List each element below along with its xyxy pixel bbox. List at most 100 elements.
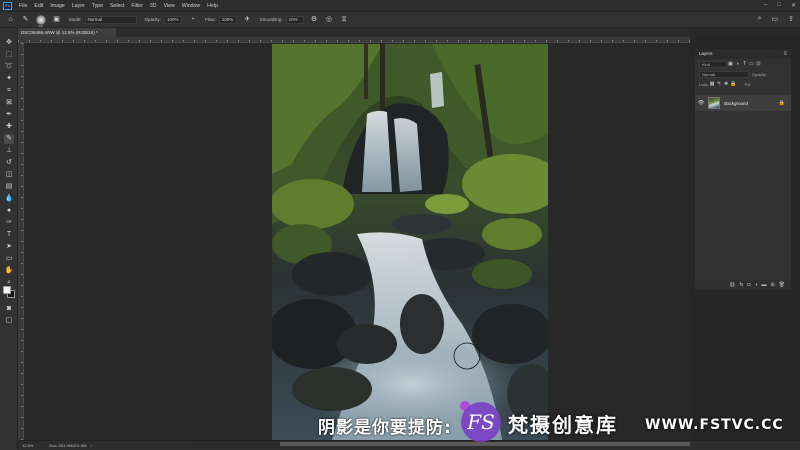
fill-label: Fill: [744, 81, 751, 87]
ruler-horizontal [18, 37, 690, 43]
layers-panel-header: Layers ≡ [695, 49, 791, 59]
layer-row[interactable]: 👁 Background 🔒 [695, 95, 791, 111]
lock-all-icon[interactable]: 🔒 [730, 81, 737, 88]
gradient-tool-icon[interactable]: ▤ [4, 182, 14, 192]
new-layer-icon[interactable]: ⊞ [770, 282, 774, 288]
watermark-logo-text: FS [466, 410, 495, 434]
marquee-tool-icon[interactable]: ⬚ [4, 50, 14, 60]
pressure-opacity-icon[interactable]: ◔ [188, 15, 197, 24]
menu-view[interactable]: View [164, 3, 175, 9]
smoothing-field[interactable]: 10% [285, 15, 304, 24]
screen-mode-icon[interactable]: ▢ [4, 316, 14, 326]
brush-preset-picker[interactable]: 700 [36, 14, 46, 28]
add-mask-icon[interactable]: ◘ [747, 282, 750, 288]
menu-window[interactable]: Window [182, 3, 200, 9]
window-controls: – □ ✕ [764, 2, 796, 9]
zoom-level[interactable]: 12.5% [22, 443, 33, 448]
airbrush-icon[interactable]: ✈ [243, 15, 252, 24]
opacity-label: Opacity: [752, 71, 767, 77]
pressure-size-icon[interactable]: ◎ [325, 15, 334, 24]
delete-layer-icon[interactable]: 🗑 [779, 282, 785, 288]
path-select-tool-icon[interactable]: ➤ [4, 242, 14, 252]
workspace-icon[interactable]: ▭ [772, 15, 779, 23]
close-icon[interactable]: ✕ [791, 2, 796, 9]
lasso-tool-icon[interactable]: ➰ [4, 62, 14, 72]
clone-stamp-tool-icon[interactable]: ⊥ [4, 146, 14, 156]
opacity-field[interactable]: 100% [164, 15, 183, 24]
filter-smart-icon[interactable]: ⊡ [755, 61, 762, 68]
lock-position-icon[interactable]: ✥ [723, 81, 730, 88]
lock-transparency-icon[interactable]: ▦ [709, 81, 716, 88]
ruler-vertical [18, 43, 24, 440]
crop-tool-icon[interactable]: ⌗ [4, 86, 14, 96]
menu-bar: Ps File Edit Image Layer Type Select Fil… [0, 0, 800, 11]
options-bar: ⌂ ✎ 700 ▣ Mode: Normal Opacity: 100% ◔ F… [0, 11, 800, 28]
layer-style-icon[interactable]: fx [739, 282, 743, 288]
menu-help[interactable]: Help [207, 3, 218, 9]
foreground-color-swatch[interactable] [3, 286, 11, 294]
flow-field[interactable]: 100% [218, 15, 237, 24]
menu-filter[interactable]: Filter [131, 3, 143, 9]
healing-brush-tool-icon[interactable]: ✚ [4, 122, 14, 132]
horizontal-scrollbar[interactable] [190, 441, 690, 447]
layers-filter-row: Kind ▣ ◑ T ▭ ⊡ [695, 59, 791, 69]
lock-paint-icon[interactable]: ✎ [716, 81, 723, 88]
hand-tool-icon[interactable]: ✋ [4, 266, 14, 276]
options-right-icons: ⌕ ▭ ⇪ [758, 15, 794, 23]
kind-filter-select[interactable]: Kind [699, 60, 727, 68]
brush-tool-icon[interactable]: ✎ [4, 134, 14, 144]
adjustment-layer-icon[interactable]: ◑ [754, 282, 757, 288]
menu-image[interactable]: Image [50, 3, 64, 9]
layers-lock-row: Lock: ▦ ✎ ✥ 🔒 Fill: [695, 79, 791, 89]
layers-panel-footer: ⛓ fx ◘ ◑ ▬ ⊞ 🗑 [695, 280, 791, 290]
brush-settings-icon[interactable]: ▣ [52, 15, 61, 24]
menu-file[interactable]: File [19, 3, 27, 9]
menu-3d[interactable]: 3D [150, 3, 157, 9]
move-tool-icon[interactable]: ✥ [4, 38, 14, 48]
filter-type-icon[interactable]: T [741, 61, 748, 68]
menu-type[interactable]: Type [92, 3, 103, 9]
frame-tool-icon[interactable]: ⊠ [4, 98, 14, 108]
visibility-eye-icon[interactable]: 👁 [697, 100, 705, 106]
mode-label: Mode: [69, 17, 82, 22]
link-layers-icon[interactable]: ⛓ [729, 282, 735, 288]
filter-pixel-icon[interactable]: ▣ [727, 61, 734, 68]
document-image[interactable] [272, 44, 548, 440]
document-tab[interactable]: DSC05466.ARW @ 12.5% (RGB/16) * [18, 28, 116, 37]
doc-size: Doc: 201.9M/201.9M [49, 443, 87, 448]
pen-tool-icon[interactable]: ✑ [4, 218, 14, 228]
menu-select[interactable]: Select [110, 3, 124, 9]
layers-panel: Layers ≡ Kind ▣ ◑ T ▭ ⊡ Normal Opacity: … [694, 48, 792, 291]
panel-menu-icon[interactable]: ≡ [783, 49, 787, 59]
quick-select-tool-icon[interactable]: ✦ [4, 74, 14, 84]
quick-mask-icon[interactable]: ◙ [4, 304, 14, 314]
shape-tool-icon[interactable]: ▭ [4, 254, 14, 264]
share-icon[interactable]: ⇪ [788, 15, 794, 23]
filter-shape-icon[interactable]: ▭ [748, 61, 755, 68]
filter-adjustment-icon[interactable]: ◑ [734, 61, 741, 68]
layers-panel-title[interactable]: Layers [699, 51, 713, 56]
smoothing-label: Smoothing: [259, 17, 283, 22]
dodge-tool-icon[interactable]: ● [4, 206, 14, 216]
menu-layer[interactable]: Layer [72, 3, 85, 9]
menu-edit[interactable]: Edit [34, 3, 43, 9]
symmetry-icon[interactable]: ⧖ [340, 15, 349, 24]
blend-mode-select[interactable]: Normal [699, 70, 749, 78]
maximize-icon[interactable]: □ [777, 2, 781, 9]
eraser-tool-icon[interactable]: ◫ [4, 170, 14, 180]
status-menu-icon[interactable]: › [90, 443, 91, 448]
eyedropper-tool-icon[interactable]: ✒ [4, 110, 14, 120]
brush-tool-icon[interactable]: ✎ [21, 15, 30, 24]
photoshop-logo: Ps [3, 1, 12, 10]
mode-select[interactable]: Normal [84, 15, 137, 24]
history-brush-tool-icon[interactable]: ↺ [4, 158, 14, 168]
blur-tool-icon[interactable]: 💧 [4, 194, 14, 204]
layer-lock-icon[interactable]: 🔒 [779, 100, 785, 106]
smoothing-settings-icon[interactable]: ⚙ [310, 15, 319, 24]
search-icon[interactable]: ⌕ [758, 15, 762, 23]
home-icon[interactable]: ⌂ [6, 15, 15, 24]
type-tool-icon[interactable]: T [4, 230, 14, 240]
new-group-icon[interactable]: ▬ [761, 282, 766, 288]
opacity-label: Opacity: [144, 17, 162, 22]
minimize-icon[interactable]: – [764, 2, 767, 9]
